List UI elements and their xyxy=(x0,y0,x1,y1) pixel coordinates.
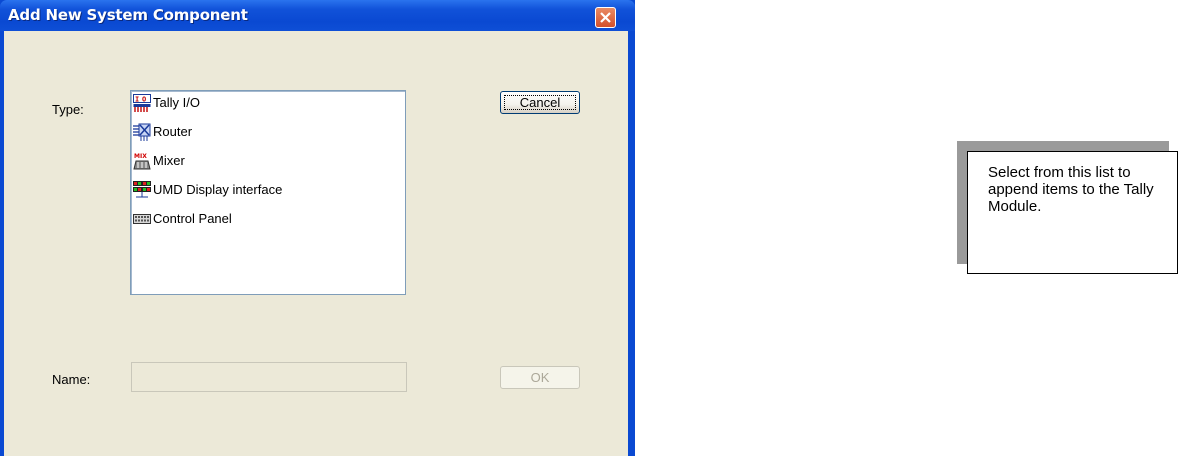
type-label: Type: xyxy=(52,102,84,117)
list-item-label: Control Panel xyxy=(153,211,232,226)
umd-display-icon xyxy=(133,181,151,198)
list-item-label: Mixer xyxy=(153,153,185,168)
list-item-label: Router xyxy=(153,124,193,139)
svg-text:O: O xyxy=(142,96,146,104)
router-icon xyxy=(133,123,151,141)
list-item-mixer[interactable]: MIX Mixer xyxy=(131,150,391,172)
tally-io-icon: I O xyxy=(133,94,151,112)
component-type-list[interactable]: I O Tally I/O Router MIX Mixer UMD Displ… xyxy=(130,90,406,295)
svg-text:I: I xyxy=(135,96,139,104)
control-panel-icon xyxy=(133,214,151,224)
list-item-umd-display[interactable]: UMD Display interface xyxy=(131,179,391,201)
name-field[interactable] xyxy=(131,362,407,392)
dialog-body: Type: I O Tally I/O Router MIX Mixer UMD… xyxy=(4,31,628,456)
list-item-tally-io[interactable]: I O Tally I/O xyxy=(131,92,391,114)
cancel-button-label: Cancel xyxy=(519,95,561,110)
close-button[interactable] xyxy=(595,7,616,28)
cancel-button[interactable]: Cancel xyxy=(500,91,580,114)
list-item-control-panel[interactable]: Control Panel xyxy=(131,208,391,230)
add-component-dialog: Add New System Component Type: I O Tally… xyxy=(0,0,635,456)
dialog-title: Add New System Component xyxy=(8,6,248,24)
callout-text: Select from this list to append items to… xyxy=(988,164,1154,215)
mixer-icon: MIX xyxy=(133,153,151,170)
list-item-label: Tally I/O xyxy=(153,95,200,110)
ok-button[interactable]: OK xyxy=(500,366,580,389)
list-item-router[interactable]: Router xyxy=(131,121,391,143)
list-item-label: UMD Display interface xyxy=(153,182,283,197)
name-label: Name: xyxy=(52,372,91,387)
callout-note: Select from this list to append items to… xyxy=(967,151,1178,274)
title-bar[interactable]: Add New System Component xyxy=(0,0,635,31)
svg-text:MIX: MIX xyxy=(134,153,147,160)
close-icon xyxy=(600,12,611,23)
ok-button-label: OK xyxy=(530,370,550,385)
